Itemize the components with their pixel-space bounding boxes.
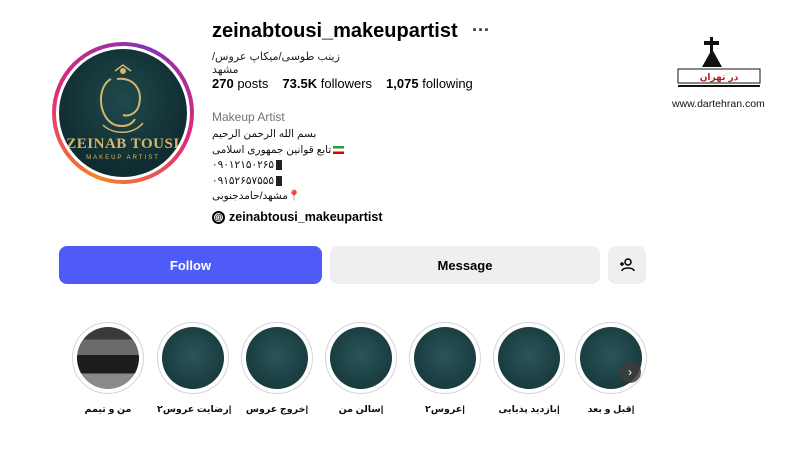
- bio-line: ۰۹۱۵۲۶۵۷۵۵۵: [212, 174, 392, 190]
- threads-handle: zeinabtousi_makeupartist: [229, 210, 383, 224]
- watermark-url: www.dartehran.com: [672, 98, 765, 110]
- phone-icon: [276, 160, 283, 171]
- highlight-cover-image: [162, 327, 224, 389]
- location-pin-icon: 📍: [287, 190, 301, 202]
- bio-line: ۰۹۰۱۲۱۵۰۲۶۵: [212, 158, 392, 174]
- highlight-label: رضایت عروس۲|: [157, 404, 232, 415]
- highlight-label: سالن من|: [338, 404, 384, 415]
- suggested-accounts-button[interactable]: [608, 246, 646, 284]
- profile-avatar[interactable]: ZEINAB TOUSI MAKEUP ARTIST: [52, 42, 194, 184]
- highlight-item[interactable]: رضایت عروس۲|: [157, 322, 232, 415]
- profile-username: zeinabtousi_makeupartist: [212, 20, 458, 42]
- highlight-label: خروج عروس|: [245, 404, 309, 415]
- highlights-next-arrow-icon[interactable]: ›: [619, 361, 641, 383]
- highlight-label: من و تیمم: [84, 404, 132, 415]
- highlight-cover-image: [330, 327, 392, 389]
- following-stat[interactable]: 1,075 following: [386, 76, 473, 91]
- highlight-cover-image: [498, 327, 560, 389]
- threads-icon: @: [212, 210, 225, 224]
- highlight-item[interactable]: من و تیمم: [72, 322, 144, 415]
- add-person-icon: [620, 258, 635, 272]
- highlight-item[interactable]: عروس۲|: [409, 322, 481, 415]
- iran-flag-icon: [333, 145, 345, 154]
- avatar-subtitle: MAKEUP ARTIST: [86, 155, 160, 161]
- highlight-item[interactable]: سالن من|: [325, 322, 397, 415]
- highlight-cover-image: [414, 327, 476, 389]
- profile-display-name: زینب طوسی/میکاپ عروس/مشهد: [212, 51, 340, 76]
- threads-link[interactable]: @ zeinabtousi_makeupartist: [212, 210, 383, 224]
- highlight-label: قبل و بعد|: [587, 404, 635, 415]
- profile-stats: 270 posts 73.5K followers 1,075 followin…: [212, 76, 473, 91]
- dartehran-logo: در تهران: [677, 37, 761, 87]
- profile-category: Makeup Artist: [212, 110, 285, 124]
- highlight-item[interactable]: بازدید پذیایی|: [493, 322, 565, 415]
- bio-line: 📍مشهد/حامدجنوبی: [212, 190, 301, 202]
- posts-stat[interactable]: 270 posts: [212, 76, 268, 91]
- message-button[interactable]: Message: [330, 246, 600, 284]
- follow-button[interactable]: Follow: [59, 246, 322, 284]
- bio-line: تابع قوانین جمهوری اسلامی: [212, 143, 392, 159]
- bio-line: بسم الله الرحمن الرحیم: [212, 128, 317, 140]
- profile-bio: بسم الله الرحمن الرحیم تابع قوانین جمهور…: [212, 127, 392, 205]
- followers-stat[interactable]: 73.5K followers: [282, 76, 372, 91]
- highlight-cover-image: [246, 327, 308, 389]
- phone-icon: [276, 175, 283, 186]
- avatar-image: ZEINAB TOUSI MAKEUP ARTIST: [59, 49, 187, 177]
- more-options-icon[interactable]: ···: [472, 20, 490, 41]
- highlight-item[interactable]: خروج عروس|: [241, 322, 313, 415]
- highlight-cover-image: [77, 327, 139, 389]
- highlight-label: عروس۲|: [425, 404, 465, 415]
- watermark-logo-text: در تهران: [700, 73, 739, 83]
- highlight-label: بازدید پذیایی|: [498, 404, 560, 415]
- avatar-title: ZEINAB TOUSI: [66, 136, 180, 152]
